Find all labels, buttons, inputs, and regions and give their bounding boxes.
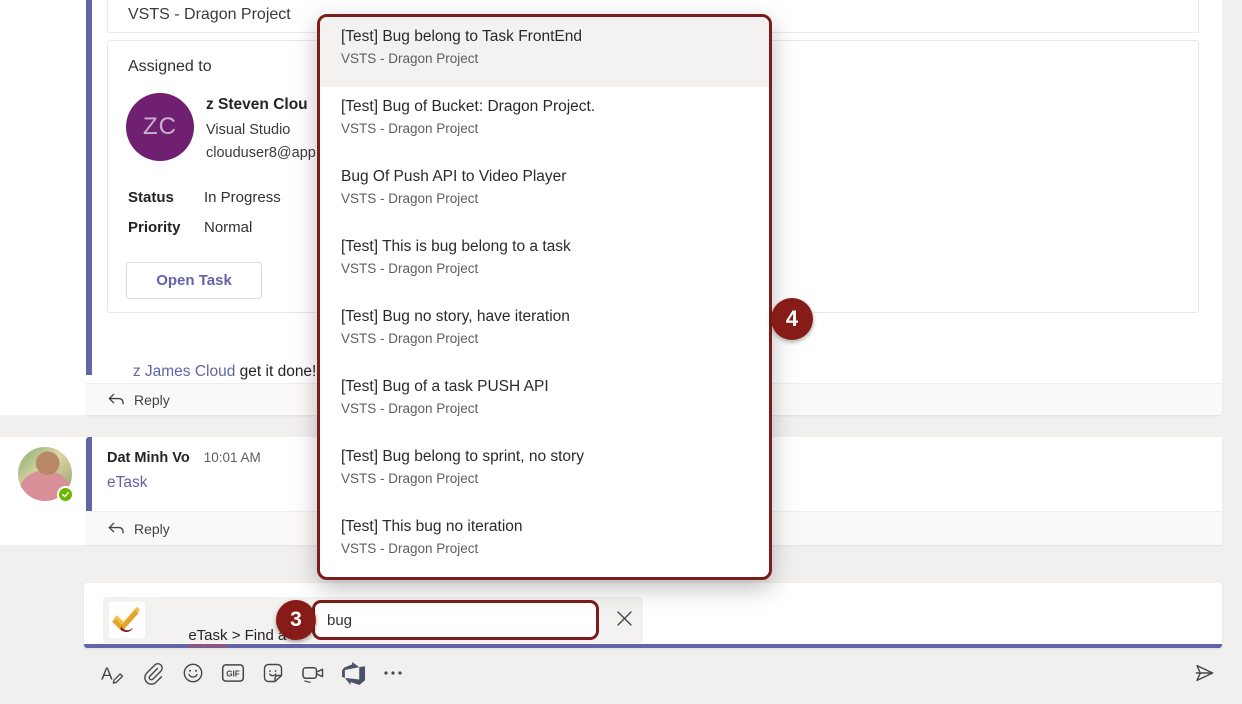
format-icon[interactable]: A — [99, 659, 127, 687]
svg-text:GIF: GIF — [226, 669, 240, 678]
assignee-email: clouduser8@app — [206, 145, 316, 161]
more-options-icon[interactable] — [379, 659, 407, 687]
annotation-step-4: 4 — [771, 298, 813, 340]
result-subtitle: VSTS - Dragon Project — [341, 401, 755, 416]
assignee-name: z Steven Clou — [206, 96, 308, 114]
result-subtitle: VSTS - Dragon Project — [341, 51, 755, 66]
azure-devops-icon[interactable] — [339, 659, 367, 687]
result-item[interactable]: [Test] Bug no story, have iteration VSTS… — [320, 297, 769, 367]
attach-icon[interactable] — [139, 659, 167, 687]
assignee-initials: ZC — [143, 113, 177, 141]
svg-text:A: A — [101, 664, 113, 684]
result-item[interactable]: [Test] Bug of Bucket: Dragon Project. VS… — [320, 87, 769, 157]
meet-now-camera-icon[interactable] — [299, 659, 327, 687]
author-avatar[interactable] — [18, 447, 72, 501]
bug-search-field[interactable] — [312, 600, 599, 640]
status-value: In Progress — [204, 189, 281, 206]
reply-arrow-icon — [107, 521, 125, 536]
assignee-org: Visual Studio — [206, 122, 290, 138]
message-timestamp: 10:01 AM — [204, 450, 261, 465]
send-icon[interactable] — [1190, 659, 1218, 687]
priority-label: Priority — [128, 219, 181, 236]
mention-link[interactable]: z James Cloud — [133, 363, 236, 380]
teams-chat-screen: VSTS - Dragon Project Assigned to ZC z S… — [0, 0, 1242, 704]
emoji-icon[interactable] — [179, 659, 207, 687]
result-item[interactable]: [Test] Bug of a task PUSH API VSTS - Dra… — [320, 367, 769, 437]
etask-logo-icon — [109, 602, 145, 638]
available-status-icon — [57, 486, 74, 503]
bug-results-dropdown: [Test] Bug belong to Task FrontEnd VSTS … — [317, 14, 772, 580]
etask-command-chip[interactable]: eTask > Find a b — [103, 597, 643, 643]
compose-box[interactable]: eTask > Find a b — [84, 583, 1222, 648]
annotation-step-3: 3 — [276, 600, 316, 640]
result-item[interactable]: [Test] Bug belong to sprint, no story VS… — [320, 437, 769, 507]
result-title: [Test] Bug of Bucket: Dragon Project. — [341, 98, 755, 116]
result-subtitle: VSTS - Dragon Project — [341, 471, 755, 486]
etask-message-link[interactable]: eTask — [107, 474, 148, 492]
command-app-name: eTask — [188, 627, 227, 644]
result-subtitle: VSTS - Dragon Project — [341, 191, 755, 206]
result-title: [Test] This is bug belong to a task — [341, 238, 755, 256]
priority-value: Normal — [204, 219, 252, 236]
result-item[interactable]: [Test] This bug no iteration VSTS - Drag… — [320, 507, 769, 577]
status-label: Status — [128, 189, 174, 206]
gif-icon[interactable]: GIF — [219, 659, 247, 687]
result-item[interactable]: [Test] Bug belong to Task FrontEnd VSTS … — [320, 17, 769, 87]
reply-arrow-icon — [107, 392, 125, 407]
result-subtitle: VSTS - Dragon Project — [341, 261, 755, 276]
result-title: [Test] Bug no story, have iteration — [341, 308, 755, 326]
result-item[interactable]: [Test] This is bug belong to a task VSTS… — [320, 227, 769, 297]
result-subtitle: VSTS - Dragon Project — [341, 541, 755, 556]
mention-accent-bar — [86, 0, 92, 375]
author-name[interactable]: Dat Minh Vo — [107, 450, 190, 466]
sticker-icon[interactable] — [259, 659, 287, 687]
previous-card-title: VSTS - Dragon Project — [128, 6, 291, 24]
result-title: [Test] This bug no iteration — [341, 518, 755, 536]
close-icon[interactable] — [612, 606, 636, 630]
message-1-body: get it done! — [235, 363, 316, 380]
result-item[interactable]: Bug Of Push API to Video Player VSTS - D… — [320, 157, 769, 227]
open-task-button[interactable]: Open Task — [126, 262, 262, 299]
reply-label[interactable]: Reply — [134, 392, 170, 408]
assignee-avatar: ZC — [126, 93, 194, 161]
reply-label[interactable]: Reply — [134, 521, 170, 537]
result-title: [Test] Bug belong to sprint, no story — [341, 448, 755, 466]
result-title: [Test] Bug of a task PUSH API — [341, 378, 755, 396]
assigned-to-label: Assigned to — [128, 58, 212, 76]
result-subtitle: VSTS - Dragon Project — [341, 121, 755, 136]
result-subtitle: VSTS - Dragon Project — [341, 331, 755, 346]
result-title: Bug Of Push API to Video Player — [341, 168, 755, 186]
result-title: [Test] Bug belong to Task FrontEnd — [341, 28, 755, 46]
bug-search-input[interactable] — [315, 603, 596, 637]
author-line: Dat Minh Vo 10:01 AM — [107, 450, 261, 466]
